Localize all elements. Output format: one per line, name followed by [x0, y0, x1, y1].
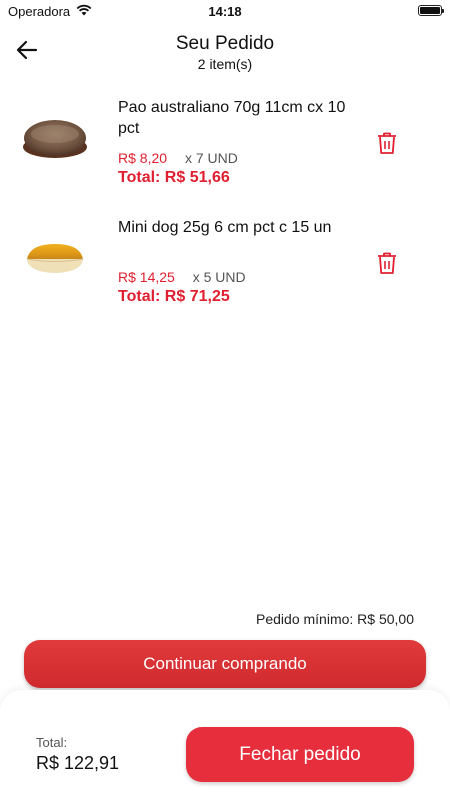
price-line: R$ 8,20 x 7 UND	[118, 150, 238, 166]
unit-price: R$ 14,25	[118, 269, 175, 285]
item-total: Total: R$ 71,25	[118, 288, 230, 305]
status-time: 14:18	[208, 4, 242, 19]
continue-shopping-button[interactable]: Continuar comprando	[24, 640, 426, 688]
cart-item: Pao australiano 70g 11cm cx 10 pct R$ 8,…	[0, 95, 450, 195]
price-line: R$ 14,25 x 5 UND	[118, 269, 246, 285]
header: Seu Pedido 2 item(s)	[0, 30, 450, 80]
item-total: Total: R$ 51,66	[118, 169, 230, 186]
quantity: x 5 UND	[192, 269, 246, 285]
trash-icon	[378, 252, 396, 274]
trash-icon	[378, 132, 396, 154]
footer: Total: R$ 122,91 Fechar pedido	[0, 690, 450, 800]
cart-item: Mini dog 25g 6 cm pct c 15 un R$ 14,25 x…	[0, 215, 450, 315]
item-name: Mini dog 25g 6 cm pct c 15 un	[118, 219, 332, 236]
bread-roll-image	[20, 113, 90, 163]
total-value: R$ 122,91	[36, 753, 120, 773]
quantity: x 7 UND	[184, 150, 238, 166]
page-title: Seu Pedido	[175, 33, 275, 54]
minimum-order-text: Pedido mínimo: R$ 50,00	[256, 611, 414, 627]
hot-dog-bun-image	[20, 235, 90, 285]
checkout-button[interactable]: Fechar pedido	[186, 727, 414, 782]
item-count: 2 item(s)	[197, 56, 253, 72]
delete-item-button[interactable]	[376, 251, 398, 275]
status-bar: Operadora 14:18	[0, 0, 450, 24]
item-name: Pao australiano 70g 11cm cx 10 pct	[118, 99, 346, 137]
unit-price: R$ 8,20	[118, 150, 168, 166]
total-label: Total:	[36, 735, 68, 750]
battery-icon	[418, 5, 444, 16]
delete-item-button[interactable]	[376, 131, 398, 155]
